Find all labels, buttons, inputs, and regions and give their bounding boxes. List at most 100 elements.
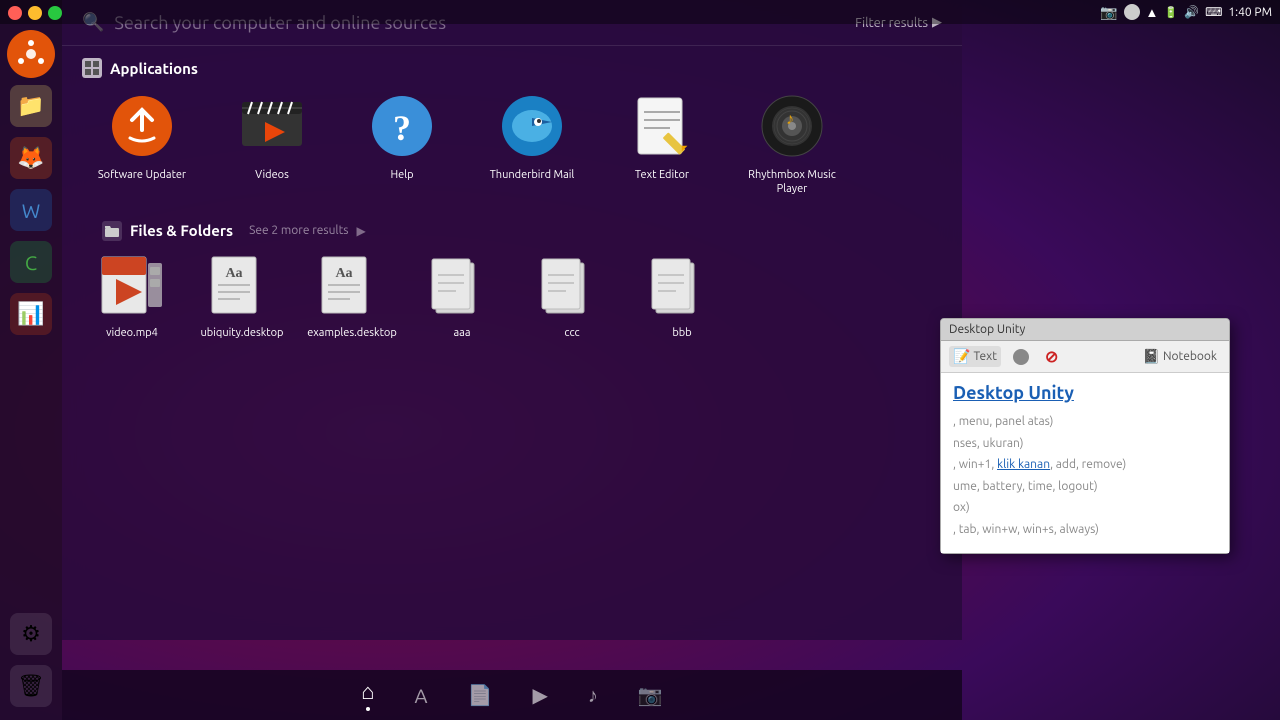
files-section-icon	[102, 221, 122, 241]
writer-icon: W	[22, 199, 40, 222]
music-lens-icon: ♪	[588, 683, 598, 708]
app-text-editor[interactable]: Text Editor	[602, 90, 722, 197]
applications-section-icon	[82, 58, 102, 78]
file-aaa-label: aaa	[454, 327, 471, 339]
file-ubiquity-label: ubiquity.desktop	[201, 327, 284, 339]
popup-line-5: ox)	[953, 497, 1217, 519]
close-button[interactable]	[8, 6, 22, 20]
launcher-impress-button[interactable]: 📊	[7, 290, 55, 338]
lens-bar: ⌂ A 📄 ▶ ♪ 📷	[62, 670, 962, 720]
text-tab-label: Text	[973, 350, 997, 363]
popup-inline-link[interactable]: klik kanan	[997, 458, 1050, 471]
text-tab-icon: 📝	[953, 348, 970, 365]
lens-home[interactable]: ⌂	[361, 679, 374, 711]
launcher-ubuntu-button[interactable]	[7, 30, 55, 78]
lens-files[interactable]: 📄	[468, 683, 493, 707]
thunderbird-icon	[500, 94, 564, 158]
app-thunderbird-label: Thunderbird Mail	[490, 168, 575, 182]
file-ubiquity[interactable]: Aa ubiquity.desktop	[192, 251, 292, 339]
launcher-calc-button[interactable]: C	[7, 238, 55, 286]
app-software-updater-label: Software Updater	[98, 168, 186, 182]
app-help-label: Help	[390, 168, 413, 182]
popup-tab-cancel[interactable]: ⊘	[1041, 345, 1062, 368]
settings-icon: ⚙	[21, 621, 41, 647]
popup-window: Desktop Unity 📝 Text ⊘ 📓 Notebook Deskto…	[940, 318, 1230, 554]
app-thunderbird[interactable]: Thunderbird Mail	[472, 90, 592, 197]
video-lens-icon: ▶	[532, 683, 547, 707]
svg-text:?: ?	[393, 108, 411, 148]
notebook-tab-label: Notebook	[1163, 350, 1217, 363]
popup-content: Desktop Unity , menu, panel atas) nses, …	[941, 373, 1229, 553]
popup-toolbar: 📝 Text ⊘ 📓 Notebook	[941, 341, 1229, 373]
popup-tab-text[interactable]: 📝 Text	[949, 346, 1001, 367]
notebook-tab-icon: 📓	[1143, 348, 1160, 365]
dash-overlay: 🔍 Filter results ▶ Applications	[62, 0, 962, 640]
see-more-arrow[interactable]: ▶	[357, 224, 366, 238]
rhythmbox-icon: ♪	[760, 94, 824, 158]
applications-grid: Software Updater Videos	[62, 90, 962, 213]
lens-video[interactable]: ▶	[532, 683, 547, 707]
launcher-trash-button[interactable]: 🗑	[7, 662, 55, 710]
lens-apps[interactable]: A	[415, 684, 428, 707]
firefox-icon: 🦊	[17, 145, 44, 171]
keyboard-icon: ⌨	[1205, 5, 1222, 19]
app-rhythmbox-label: Rhythmbox Music Player	[737, 168, 847, 197]
launcher-firefox-button[interactable]: 🦊	[7, 134, 55, 182]
apps-lens-icon: A	[415, 684, 428, 707]
launcher-settings-button[interactable]: ⚙	[7, 610, 55, 658]
file-bbb-icon	[648, 255, 716, 319]
launcher-writer-button[interactable]: W	[7, 186, 55, 234]
applications-section: Applications	[62, 46, 962, 90]
popup-line-2: nses, ukuran)	[953, 433, 1217, 455]
videos-icon	[240, 94, 304, 158]
minimize-button[interactable]	[28, 6, 42, 20]
maximize-button[interactable]	[48, 6, 62, 20]
file-ccc-icon	[538, 255, 606, 319]
app-text-editor-label: Text Editor	[635, 168, 689, 182]
applications-title: Applications	[110, 60, 198, 77]
photos-lens-icon: 📷	[638, 683, 663, 707]
svg-text:♪: ♪	[786, 110, 794, 128]
app-rhythmbox[interactable]: ♪ Rhythmbox Music Player	[732, 90, 852, 197]
svg-text:Aa: Aa	[335, 266, 352, 281]
popup-tab-notebook[interactable]: 📓 Notebook	[1139, 346, 1221, 367]
clock: 1:40 PM	[1228, 6, 1272, 19]
app-videos[interactable]: Videos	[212, 90, 332, 197]
cancel-tab-icon: ⊘	[1045, 347, 1058, 366]
ubuntu-logo-icon	[17, 40, 45, 68]
home-lens-icon: ⌂	[361, 679, 374, 705]
svg-text:Aa: Aa	[225, 266, 242, 281]
file-video[interactable]: video.mp4	[82, 251, 182, 339]
app-videos-label: Videos	[255, 168, 289, 182]
file-bbb[interactable]: bbb	[632, 251, 732, 339]
popup-tab-circle[interactable]	[1009, 347, 1033, 367]
lens-home-dot	[366, 707, 370, 711]
files-icon: 📁	[17, 93, 44, 119]
file-examples[interactable]: Aa examples.desktop	[302, 251, 402, 339]
files-section-title: Files & Folders	[130, 222, 233, 239]
files-grid: video.mp4 Aa ubiquity.desktop Aa	[62, 251, 962, 355]
lens-music[interactable]: ♪	[588, 683, 598, 708]
file-video-icon	[98, 255, 166, 319]
volume-icon: 🔊	[1184, 5, 1199, 19]
app-software-updater[interactable]: Software Updater	[82, 90, 202, 197]
app-help[interactable]: ? Help	[342, 90, 462, 197]
topbar: 📷 ▲ 🔋 🔊 ⌨ 1:40 PM	[0, 0, 1280, 24]
calc-icon: C	[25, 251, 37, 274]
files-lens-icon: 📄	[468, 683, 493, 707]
launcher-files-button[interactable]: 📁	[7, 82, 55, 130]
popup-line-1: , menu, panel atas)	[953, 411, 1217, 433]
popup-line-3: , win+1, klik kanan, add, remove)	[953, 454, 1217, 476]
software-updater-icon	[110, 94, 174, 158]
file-aaa[interactable]: aaa	[412, 251, 512, 339]
file-ccc[interactable]: ccc	[522, 251, 622, 339]
popup-heading-link[interactable]: Desktop Unity	[953, 383, 1217, 403]
wifi-icon: ▲	[1146, 5, 1159, 20]
popup-line-4: ume, battery, time, logout)	[953, 476, 1217, 498]
popup-titlebar: Desktop Unity	[941, 319, 1229, 341]
text-editor-icon	[630, 94, 694, 158]
window-controls	[0, 0, 70, 26]
see-more-results[interactable]: See 2 more results	[249, 224, 348, 237]
lens-photos[interactable]: 📷	[638, 683, 663, 707]
unity-launcher: 📁 🦊 W C 📊 ⚙ 🗑	[0, 0, 62, 720]
